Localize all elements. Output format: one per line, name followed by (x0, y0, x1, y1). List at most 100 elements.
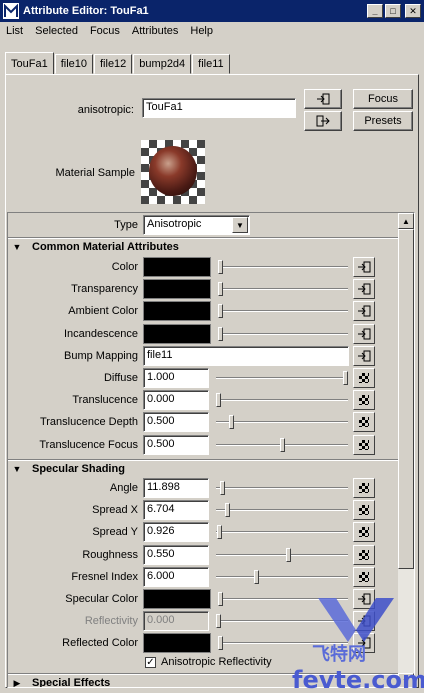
menu-attributes[interactable]: Attributes (126, 25, 184, 37)
ambient-color-slider[interactable] (218, 301, 348, 321)
slider-knob[interactable] (218, 304, 223, 319)
spread-y-map-button[interactable] (353, 522, 375, 543)
slider-knob[interactable] (229, 415, 234, 430)
roughness-map-button[interactable] (353, 544, 375, 565)
slider-knob[interactable] (217, 525, 222, 540)
material-sample-swatch (141, 140, 205, 204)
focus-button[interactable]: Focus (353, 89, 413, 109)
incandescence-swatch[interactable] (143, 323, 211, 344)
fresnel-index-slider[interactable] (216, 567, 348, 587)
scroll-up-button[interactable]: ▲ (398, 213, 414, 229)
tab-file12[interactable]: file12 (94, 54, 133, 74)
menu-list[interactable]: List (0, 25, 29, 37)
arrow-in-icon (358, 328, 371, 340)
slider-knob[interactable] (254, 569, 259, 584)
spread-x-slider[interactable] (216, 500, 348, 520)
translucence-focus-field[interactable]: 0.500 (143, 434, 209, 455)
expanded-triangle-icon: ▼ (12, 464, 22, 474)
transparency-swatch[interactable] (143, 279, 211, 300)
slider-knob[interactable] (218, 282, 223, 297)
ambient-color-map-button[interactable] (353, 301, 375, 322)
roughness-slider[interactable] (216, 545, 348, 565)
vertical-scrollbar[interactable]: ▲ ▼ (398, 213, 414, 687)
tab-toufa1[interactable]: TouFa1 (5, 52, 54, 74)
translucence-depth-field[interactable]: 0.500 (143, 412, 209, 433)
angle-slider[interactable] (216, 478, 348, 498)
spread-x-field[interactable]: 6.704 (143, 500, 209, 521)
type-dropdown[interactable]: Anisotropic ▼ (143, 215, 250, 235)
color-swatch[interactable] (143, 257, 211, 277)
section-common-material[interactable]: ▼ Common Material Attributes (8, 237, 398, 257)
slider-knob[interactable] (218, 326, 223, 341)
slider-knob[interactable] (286, 547, 291, 562)
spread-y-slider[interactable] (216, 522, 348, 542)
slider-knob[interactable] (216, 614, 221, 629)
incandescence-slider[interactable] (218, 324, 348, 344)
translucence-slider[interactable] (216, 390, 348, 410)
tab-file11[interactable]: file11 (192, 54, 230, 74)
slider-knob[interactable] (216, 393, 221, 408)
specular-color-map-button[interactable] (353, 589, 375, 609)
incandescence-map-button[interactable] (353, 323, 375, 344)
angle-field[interactable]: 11.898 (143, 478, 209, 498)
section-specular-shading[interactable]: ▼ Specular Shading (8, 459, 398, 479)
maximize-button[interactable]: □ (385, 4, 401, 18)
translucence-field[interactable]: 0.000 (143, 390, 209, 411)
specular-color-swatch[interactable] (143, 589, 211, 609)
fresnel-index-map-button[interactable] (353, 566, 375, 587)
ambient-color-swatch[interactable] (143, 301, 211, 322)
output-connection-button[interactable] (304, 111, 342, 131)
anisotropic-reflectivity-checkbox[interactable]: ✓ (145, 657, 156, 668)
slider-knob[interactable] (225, 503, 230, 518)
checker-icon (359, 417, 369, 428)
slider-knob[interactable] (218, 636, 223, 651)
bump-mapping-field[interactable]: file11 (143, 345, 349, 366)
diffuse-map-button[interactable] (353, 368, 375, 388)
scroll-down-button[interactable]: ▼ (398, 673, 414, 687)
checker-icon (359, 439, 369, 450)
section-special-effects[interactable]: ▶ Special Effects (8, 673, 398, 687)
slider-knob[interactable] (343, 371, 348, 385)
reflected-color-map-button[interactable] (353, 633, 375, 654)
spread-y-field[interactable]: 0.926 (143, 522, 209, 543)
color-slider[interactable] (218, 257, 348, 277)
specular-color-slider[interactable] (218, 589, 348, 609)
slider-knob[interactable] (280, 437, 285, 452)
reflectivity-slider[interactable] (216, 611, 348, 631)
tab-bump2d4[interactable]: bump2d4 (133, 54, 192, 74)
input-connection-button[interactable] (304, 89, 342, 109)
close-button[interactable]: ✕ (405, 4, 421, 18)
roughness-field[interactable]: 0.550 (143, 544, 209, 565)
menu-help[interactable]: Help (184, 25, 219, 37)
menu-selected[interactable]: Selected (29, 25, 84, 37)
reflected-color-swatch[interactable] (143, 633, 211, 654)
tab-file10[interactable]: file10 (54, 54, 93, 74)
translucence-map-button[interactable] (353, 390, 375, 411)
diffuse-field[interactable]: 1.000 (143, 368, 209, 388)
translucence-focus-map-button[interactable] (353, 434, 375, 455)
slider-knob[interactable] (220, 481, 225, 495)
translucence-depth-slider[interactable] (216, 412, 348, 432)
diffuse-slider[interactable] (216, 368, 348, 388)
bump-mapping-map-button[interactable] (353, 345, 375, 366)
transparency-label: Transparency (71, 283, 138, 296)
reflected-color-slider[interactable] (218, 633, 348, 653)
color-map-button[interactable] (353, 257, 375, 277)
minimize-button[interactable]: _ (367, 4, 383, 18)
transparency-map-button[interactable] (353, 279, 375, 300)
attribute-scroll-area[interactable]: ▲ ▼ Type Anisotropic ▼ ▼ Common Material… (7, 212, 415, 688)
incandescence-label: Incandescence (64, 327, 138, 340)
checker-icon (359, 395, 369, 406)
slider-knob[interactable] (218, 592, 223, 606)
node-name-field[interactable]: TouFa1 (142, 98, 296, 118)
scroll-thumb[interactable] (398, 229, 414, 569)
transparency-slider[interactable] (218, 279, 348, 299)
angle-map-button[interactable] (353, 478, 375, 498)
translucence-depth-map-button[interactable] (353, 412, 375, 433)
fresnel-index-field[interactable]: 6.000 (143, 566, 209, 587)
translucence-focus-slider[interactable] (216, 435, 348, 455)
slider-knob[interactable] (218, 260, 223, 274)
menu-focus[interactable]: Focus (84, 25, 126, 37)
spread-x-map-button[interactable] (353, 500, 375, 521)
presets-button[interactable]: Presets (353, 111, 413, 131)
